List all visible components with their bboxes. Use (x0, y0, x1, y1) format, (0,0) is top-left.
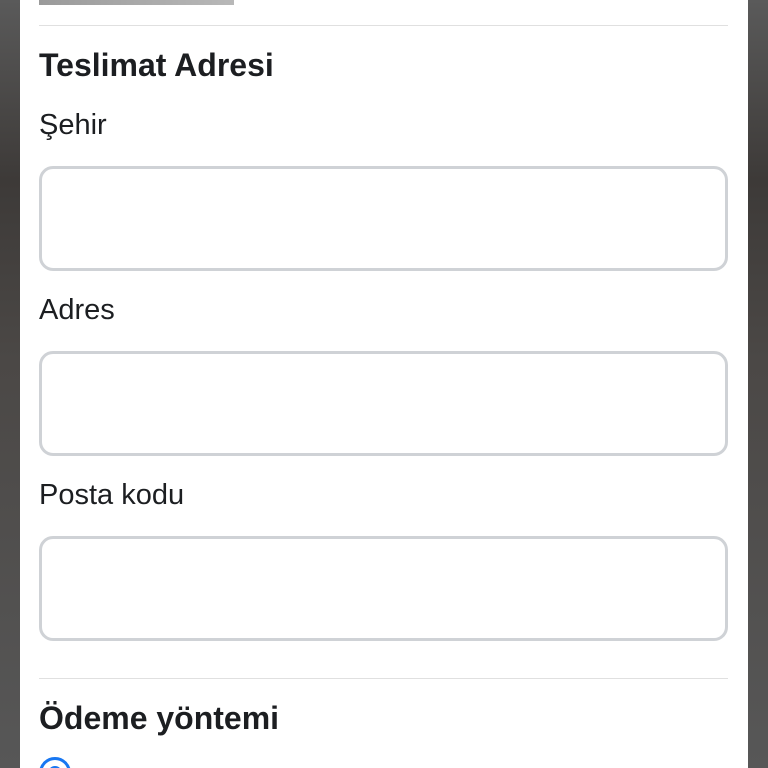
address-label: Adres (39, 294, 115, 326)
delivery-address-title: Teslimat Adresi (39, 47, 274, 83)
address-input[interactable] (39, 351, 728, 456)
postal-code-label: Posta kodu (39, 479, 185, 511)
payment-option-label-cropped (84, 762, 524, 768)
section-divider-top (39, 25, 728, 26)
city-input[interactable] (39, 166, 728, 271)
payment-option-radio[interactable] (39, 757, 71, 768)
product-image-edge (39, 0, 234, 5)
payment-method-title: Ödeme yöntemi (39, 700, 280, 736)
checkout-form-sheet: Teslimat Adresi Şehir Adres Posta kodu Ö… (20, 0, 748, 768)
city-label: Şehir (39, 109, 107, 141)
section-divider-payment (39, 678, 728, 679)
postal-code-input[interactable] (39, 536, 728, 641)
